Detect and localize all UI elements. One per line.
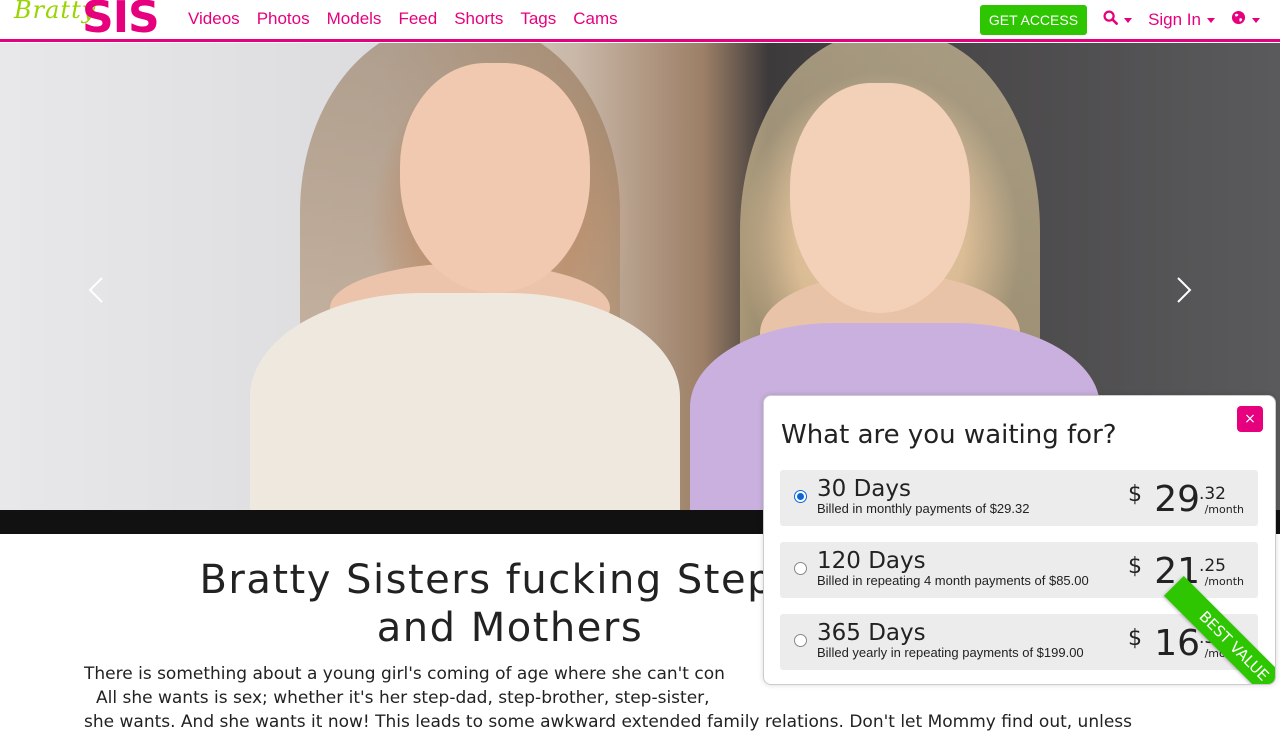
price-period: /month <box>1204 575 1244 588</box>
price-currency: $ <box>1128 626 1142 651</box>
hero-figure-right-face <box>790 83 970 313</box>
description-line-3: she wants. And she wants it now! This le… <box>84 712 1133 732</box>
description-line-2: All she wants is sex; whether it's her s… <box>96 688 710 708</box>
nav-photos[interactable]: Photos <box>257 9 310 29</box>
globe-icon <box>1231 10 1246 30</box>
plan-name: 30 Days <box>817 476 911 502</box>
plan-name: 120 Days <box>817 548 926 574</box>
carousel-next-button[interactable] <box>1174 275 1194 305</box>
chevron-down-icon <box>1124 17 1133 23</box>
main-nav: Videos Photos Models Feed Shorts Tags Ca… <box>188 9 618 29</box>
hero-figure-left-face <box>400 63 590 293</box>
price-period: /month <box>1204 503 1244 516</box>
chevron-left-icon <box>88 277 103 303</box>
get-access-button[interactable]: GET ACCESS <box>979 5 1088 35</box>
nav-right-group: GET ACCESS Sign In <box>979 5 1260 35</box>
sign-in-label: Sign In <box>1148 10 1201 29</box>
nav-feed[interactable]: Feed <box>398 9 437 29</box>
sign-in-dropdown[interactable]: Sign In <box>1148 10 1215 30</box>
close-button[interactable]: × <box>1237 406 1263 432</box>
price-currency: $ <box>1128 554 1142 579</box>
site-logo[interactable]: Bratty SIS <box>12 0 172 43</box>
nav-models[interactable]: Models <box>327 9 382 29</box>
chevron-right-icon <box>1177 277 1192 303</box>
top-navbar: Bratty SIS Videos Photos Models Feed Sho… <box>0 0 1280 43</box>
price-decimal: .25 <box>1198 556 1226 576</box>
language-dropdown[interactable] <box>1231 10 1260 30</box>
nav-videos[interactable]: Videos <box>188 9 240 29</box>
search-dropdown[interactable] <box>1103 10 1133 30</box>
plan-option-365-days[interactable]: 365 Days Billed yearly in repeating paym… <box>780 614 1258 670</box>
plan-radio[interactable] <box>794 490 807 503</box>
price-integer: 16 <box>1154 623 1200 664</box>
chevron-down-icon <box>1252 17 1260 23</box>
nav-cams[interactable]: Cams <box>573 9 617 29</box>
plan-billing: Billed in monthly payments of $29.32 <box>817 501 1030 516</box>
plan-name: 365 Days <box>817 620 926 646</box>
plan-radio[interactable] <box>794 634 807 647</box>
price-integer: 29 <box>1154 479 1200 520</box>
chevron-down-icon <box>1207 17 1215 23</box>
nav-shorts[interactable]: Shorts <box>454 9 503 29</box>
plan-billing: Billed yearly in repeating payments of $… <box>817 645 1084 660</box>
hero-figure-left-dress <box>250 293 680 510</box>
search-icon <box>1103 10 1118 30</box>
popup-title: What are you waiting for? <box>781 420 1117 450</box>
logo-sis-text: SIS <box>82 0 160 43</box>
subscription-popup: × What are you waiting for? 30 Days Bill… <box>763 395 1276 685</box>
plan-option-30-days[interactable]: 30 Days Billed in monthly payments of $2… <box>780 470 1258 526</box>
plan-billing: Billed in repeating 4 month payments of … <box>817 573 1089 588</box>
carousel-prev-button[interactable] <box>86 275 106 305</box>
plan-radio[interactable] <box>794 562 807 575</box>
price-currency: $ <box>1128 482 1142 507</box>
price-decimal: .32 <box>1198 484 1226 504</box>
nav-tags[interactable]: Tags <box>520 9 556 29</box>
